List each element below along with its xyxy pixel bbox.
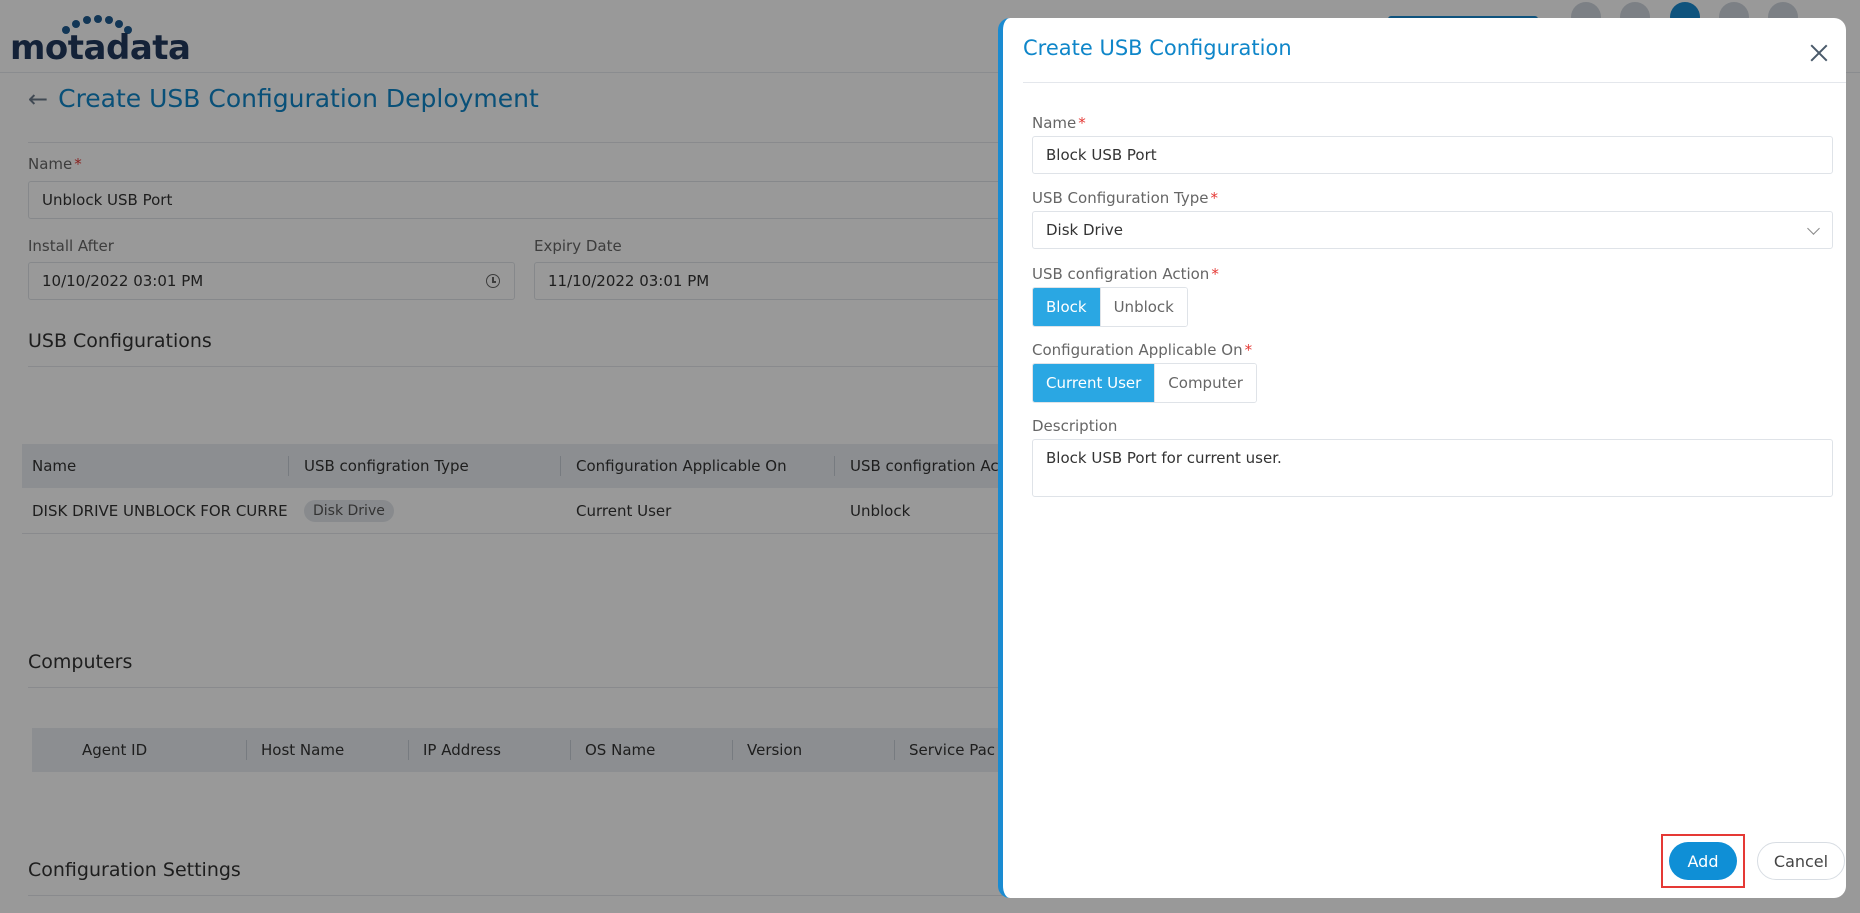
add-button[interactable]: Add	[1669, 842, 1737, 880]
applicable-on-toggle: Current User Computer	[1032, 363, 1257, 403]
usb-action-label: USB configration Action *	[1032, 265, 1219, 283]
usb-type-label: USB Configuration Type *	[1032, 189, 1219, 207]
create-usb-configuration-drawer: Create USB Configuration Name * Block USB…	[998, 18, 1846, 898]
description-textarea[interactable]: Block USB Port for current user.	[1032, 439, 1833, 497]
unblock-option[interactable]: Unblock	[1099, 288, 1187, 326]
computer-option[interactable]: Computer	[1154, 364, 1256, 402]
drawer-name-label: Name *	[1032, 114, 1086, 132]
chevron-down-icon	[1807, 222, 1820, 235]
usb-type-select[interactable]: Disk Drive	[1032, 211, 1833, 249]
divider	[1023, 82, 1846, 83]
drawer-name-input[interactable]: Block USB Port	[1032, 136, 1833, 174]
cancel-button[interactable]: Cancel	[1757, 842, 1845, 880]
usb-action-toggle: Block Unblock	[1032, 287, 1188, 327]
close-icon[interactable]	[1806, 40, 1832, 66]
drawer-title: Create USB Configuration	[1023, 36, 1292, 60]
usb-type-value: Disk Drive	[1046, 221, 1123, 239]
description-label: Description	[1032, 417, 1118, 435]
block-option[interactable]: Block	[1033, 288, 1100, 326]
current-user-option[interactable]: Current User	[1033, 364, 1155, 402]
applicable-on-label: Configuration Applicable On *	[1032, 341, 1253, 359]
